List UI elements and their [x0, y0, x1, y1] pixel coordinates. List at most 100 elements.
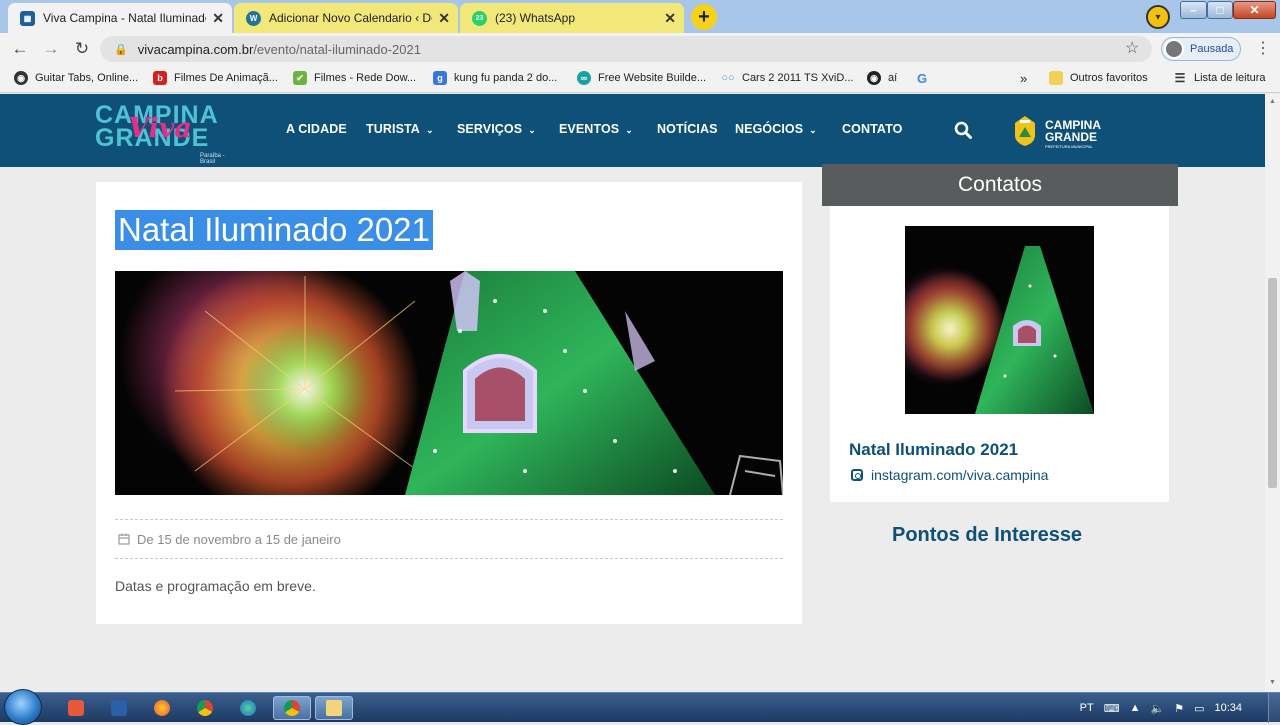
tab-title: Viva Campina - Natal Iluminado 2 — [43, 11, 207, 25]
taskbar-explorer[interactable] — [315, 696, 353, 720]
event-hero-image — [115, 271, 783, 495]
scroll-down-icon[interactable]: ▼ — [1269, 679, 1276, 686]
minimize-button[interactable]: – — [1180, 1, 1207, 19]
bookmark-star-icon[interactable]: ☆ — [1125, 38, 1139, 58]
chrome-icon — [284, 700, 300, 716]
chrome-icon — [197, 700, 213, 716]
nav-label: EVENTOS — [559, 122, 620, 136]
bookmark-item[interactable]: ◉ aí — [867, 71, 897, 85]
chrome-menu-icon[interactable]: ⋮ — [1255, 38, 1271, 58]
clock[interactable]: 10:34 — [1214, 702, 1242, 714]
bookmark-label: Free Website Builde... — [598, 72, 707, 84]
volume-icon[interactable]: 🔈 — [1150, 702, 1164, 715]
lock-icon: 🔒 — [114, 43, 128, 56]
bookmark-item[interactable]: ○○ Cars 2 2011 TS XviD... — [721, 71, 853, 85]
forward-arrow-icon[interactable]: → — [39, 37, 63, 61]
bookmark-item[interactable]: b Filmes De Animaçã... — [153, 71, 278, 85]
close-tab-icon[interactable]: ✕ — [212, 10, 224, 27]
taskbar-app-2[interactable] — [100, 696, 138, 720]
taskbar-chrome[interactable] — [186, 696, 224, 720]
url-path: /evento/natal-iluminado-2021 — [253, 41, 421, 57]
keyboard-icon[interactable]: ⌨ — [1104, 702, 1120, 715]
taskbar-edge[interactable] — [229, 696, 267, 720]
avatar — [1164, 39, 1184, 59]
bookmark-label: Lista de leitura — [1194, 72, 1266, 84]
windows-taskbar: PT ⌨ ▲ 🔈 ⚑ ▭ 10:34 — [0, 689, 1280, 725]
tab-viva-campina[interactable]: ▦ Viva Campina - Natal Iluminado 2 ✕ — [8, 3, 232, 33]
glasses-icon: ○○ — [721, 72, 735, 84]
tab-whatsapp[interactable]: 23 (23) WhatsApp ✕ — [460, 3, 684, 33]
new-tab-button[interactable]: + — [691, 4, 717, 30]
scroll-up-icon[interactable]: ▲ — [1269, 98, 1276, 105]
edge-icon — [240, 700, 256, 716]
nav-label: NOTÍCIAS — [657, 122, 718, 136]
language-indicator[interactable]: PT — [1080, 702, 1094, 714]
google-g-icon: g — [433, 71, 447, 85]
bookmark-item[interactable]: ◉ Guitar Tabs, Online... — [14, 71, 138, 85]
chevron-down-icon: ⌄ — [425, 125, 434, 135]
tab-calendario[interactable]: W Adicionar Novo Calendario ‹ Des ✕ — [234, 3, 458, 33]
instagram-icon — [851, 469, 863, 481]
search-icon[interactable] — [954, 121, 972, 139]
bookmark-label: aí — [888, 72, 898, 84]
prefeitura-logo[interactable]: CAMPINA GRANDE PREFEITURA MUNICIPAL — [1013, 113, 1113, 149]
bookmark-label: Filmes De Animaçã... — [174, 72, 278, 84]
show-desktop-button[interactable] — [1268, 693, 1280, 723]
event-date-text: De 15 de novembro a 15 de janeiro — [137, 531, 341, 547]
globe-icon: ◉ — [14, 71, 28, 85]
close-window-button[interactable]: ✕ — [1233, 1, 1276, 19]
network-icon[interactable]: ▭ — [1194, 702, 1204, 715]
chrome-profile-icon[interactable]: ▾ — [1146, 5, 1170, 29]
bookmark-item[interactable]: G — [915, 71, 936, 86]
whatsapp-icon: 23 — [472, 10, 487, 26]
globe-icon: ◉ — [867, 71, 881, 85]
site-favicon-icon: ▦ — [20, 10, 35, 26]
profile-paused-button[interactable]: Pausada — [1161, 37, 1241, 61]
page-scrollbar[interactable]: ▲ ▼ — [1265, 94, 1280, 692]
browser-toolbar: ← → ↻ 🔒 vivacampina.com.br/evento/natal-… — [0, 33, 1280, 65]
bookmark-item[interactable]: ∞ Free Website Builde... — [577, 71, 706, 85]
bookmark-item[interactable]: ✔ Filmes - Rede Dow... — [293, 71, 416, 85]
web-page: CAMPINA GRANDE Viva Paraíba - Brasil A C… — [0, 94, 1265, 692]
city-logo-line3: PREFEITURA MUNICIPAL — [1045, 144, 1093, 149]
reading-list-icon: ☰ — [1174, 71, 1186, 85]
tray-expand-icon[interactable]: ▲ — [1130, 702, 1141, 714]
leaf-icon: ✔ — [293, 71, 307, 85]
nav-item-negocios[interactable]: NEGÓCIOS ⌄ — [735, 122, 817, 136]
scrollbar-thumb[interactable] — [1268, 278, 1277, 488]
firefox-icon — [154, 700, 170, 716]
back-arrow-icon[interactable]: ← — [8, 37, 32, 61]
taskbar-firefox[interactable] — [143, 696, 181, 720]
close-tab-icon[interactable]: ✕ — [664, 10, 676, 27]
maximize-button[interactable]: □ — [1207, 1, 1233, 19]
bookmarks-bar: ◉ Guitar Tabs, Online... b Filmes De Anima… — [0, 65, 1280, 93]
nav-item-servicos[interactable]: SERVIÇOS ⌄ — [457, 122, 536, 136]
nav-label: SERVIÇOS — [457, 122, 523, 136]
reading-list-button[interactable]: ☰ Lista de leitura — [1173, 71, 1266, 85]
other-bookmarks-folder[interactable]: Outros favoritos — [1049, 71, 1148, 85]
taskbar-app-1[interactable] — [57, 696, 95, 720]
more-bookmarks-button[interactable]: » — [1020, 71, 1027, 86]
action-center-icon[interactable]: ⚑ — [1174, 702, 1184, 715]
bookmark-item[interactable]: g kung fu panda 2 do... — [433, 71, 557, 85]
word-icon — [111, 700, 127, 716]
nav-item-noticias[interactable]: NOTÍCIAS — [657, 122, 718, 136]
viva-campina-logo[interactable]: CAMPINA GRANDE Viva Paraíba - Brasil — [95, 103, 241, 166]
address-bar[interactable]: 🔒 vivacampina.com.br/evento/natal-ilumin… — [100, 36, 1152, 62]
taskbar-chrome-active[interactable] — [273, 696, 311, 720]
tab-title: Adicionar Novo Calendario ‹ Des — [269, 11, 433, 25]
instagram-link[interactable]: instagram.com/viva.campina — [851, 467, 1048, 483]
app-icon — [68, 700, 84, 716]
points-of-interest-title: Pontos de Interesse — [892, 524, 1083, 546]
profile-label: Pausada — [1190, 43, 1234, 55]
nav-item-a-cidade[interactable]: A CIDADE — [286, 122, 347, 136]
start-button[interactable] — [4, 689, 42, 725]
wix-icon: ∞ — [577, 71, 591, 85]
reload-icon[interactable]: ↻ — [70, 37, 94, 61]
contact-event-title[interactable]: Natal Iluminado 2021 — [849, 440, 1018, 460]
close-tab-icon[interactable]: ✕ — [438, 10, 450, 27]
nav-item-contato[interactable]: CONTATO — [842, 122, 902, 136]
event-thumbnail[interactable] — [905, 226, 1094, 414]
nav-item-turista[interactable]: TURISTA ⌄ — [366, 122, 434, 136]
nav-item-eventos[interactable]: EVENTOS ⌄ — [559, 122, 633, 136]
